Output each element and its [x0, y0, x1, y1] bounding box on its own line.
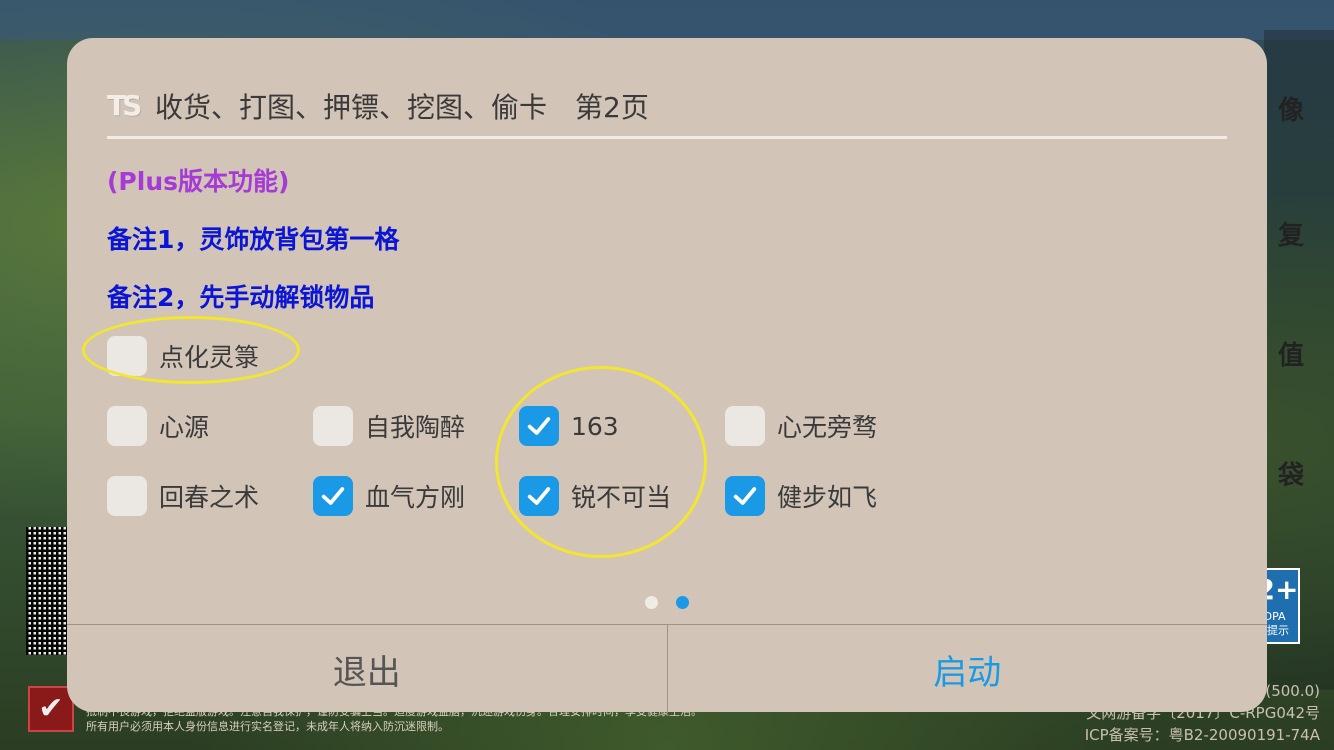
exit-button[interactable]: 退出: [67, 625, 668, 712]
game-top-bar: [0, 0, 1334, 40]
option-6[interactable]: 血气方刚: [313, 476, 465, 516]
option-label: 血气方刚: [365, 483, 466, 512]
checkmark-icon: [527, 417, 551, 435]
option-label: 163: [571, 411, 619, 441]
dialog-button-bar: 退出 启动: [67, 624, 1267, 712]
option-label: 健步如飞: [777, 483, 878, 512]
option-1[interactable]: 心源: [107, 406, 209, 446]
highlight-ellipse: [495, 366, 707, 558]
footer-icp: ICP备案号：粤B2-20090191-74A: [1084, 726, 1320, 744]
side-menu-item[interactable]: 复: [1278, 215, 1304, 252]
side-menu-item[interactable]: 值: [1278, 335, 1304, 372]
checkmark-icon: [321, 487, 345, 505]
note-2: 备注2，先手动解锁物品: [107, 283, 375, 312]
side-menu-item[interactable]: 袋: [1278, 455, 1304, 492]
checkbox[interactable]: [313, 406, 353, 446]
option-7[interactable]: 锐不可当: [519, 476, 671, 516]
qr-code: [26, 527, 70, 655]
option-label: 回春之术: [159, 483, 260, 512]
checkmark-icon: [527, 487, 551, 505]
ts-logo-icon: TS: [107, 89, 142, 122]
option-4[interactable]: 心无旁骛: [725, 406, 877, 446]
title-divider: [107, 136, 1227, 139]
checkbox[interactable]: [519, 476, 559, 516]
checkbox[interactable]: [107, 476, 147, 516]
checkbox[interactable]: [725, 476, 765, 516]
option-3[interactable]: 163: [519, 406, 619, 446]
start-button[interactable]: 启动: [668, 625, 1268, 712]
option-label: 自我陶醉: [365, 413, 466, 442]
option-label: 心源: [159, 413, 210, 442]
option-8[interactable]: 健步如飞: [725, 476, 877, 516]
dialog-header: TS 收货、打图、押镖、挖图、偷卡 第2页: [107, 86, 649, 126]
page-dot[interactable]: [676, 596, 689, 609]
note-1: 备注1，灵饰放背包第一格: [107, 225, 400, 254]
checkbox[interactable]: [313, 476, 353, 516]
side-menu-item[interactable]: 像: [1278, 90, 1304, 127]
settings-dialog: TS 收货、打图、押镖、挖图、偷卡 第2页 (Plus版本功能) 备注1，灵饰放…: [67, 38, 1267, 712]
dialog-title: 收货、打图、押镖、挖图、偷卡 第2页: [155, 91, 649, 124]
option-label: 心无旁骛: [777, 413, 878, 442]
checkbox[interactable]: [107, 406, 147, 446]
option-label: 锐不可当: [571, 483, 672, 512]
checkbox[interactable]: [519, 406, 559, 446]
checkmark-icon: [733, 487, 757, 505]
checkbox[interactable]: [107, 336, 147, 376]
checkbox[interactable]: [725, 406, 765, 446]
option-2[interactable]: 自我陶醉: [313, 406, 465, 446]
option-0[interactable]: 点化灵箓: [107, 336, 259, 376]
page-indicator: [67, 596, 1267, 609]
option-label: 点化灵箓: [159, 343, 260, 372]
plus-note: (Plus版本功能): [107, 167, 290, 196]
page-dot[interactable]: [645, 596, 658, 609]
option-5[interactable]: 回春之术: [107, 476, 259, 516]
